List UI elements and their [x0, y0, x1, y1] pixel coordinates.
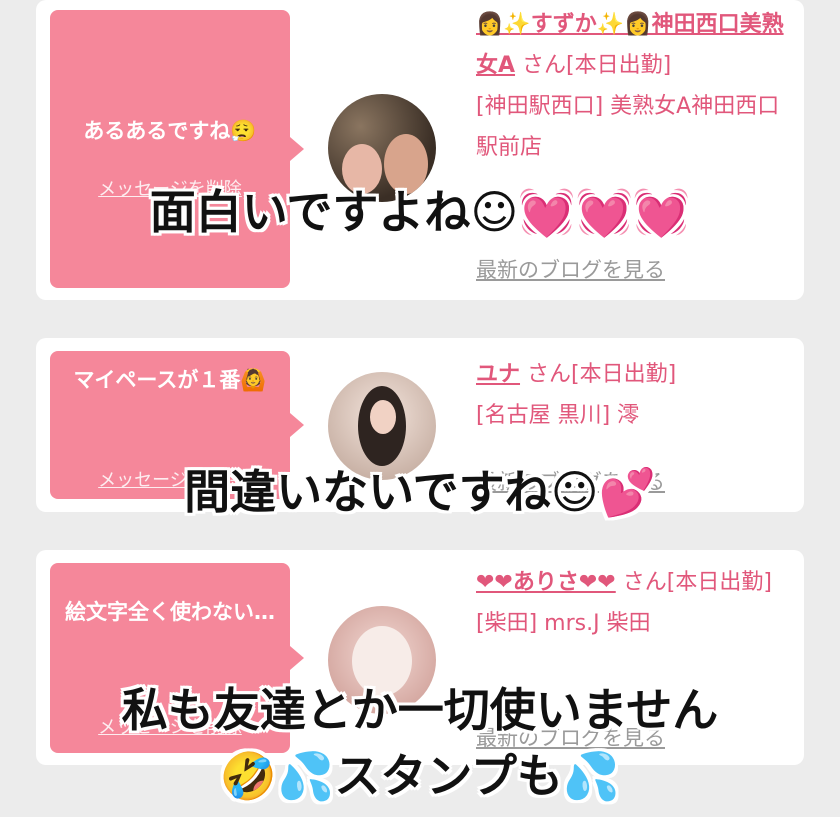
profile-name-link[interactable]: ユナ [476, 362, 520, 387]
profile-info: 👩✨すずか✨👩神田西口美熟女A さん[本日出勤] [神田駅西口] 美熟女A神田西… [476, 4, 796, 168]
message-text: マイペースが１番🙆 [73, 368, 267, 392]
status-text: さん[本日出勤] [520, 362, 677, 387]
shop-text: [柴田] mrs.J 柴田 [476, 611, 651, 636]
message-bubble: あるあるですね😮‍💨 メッセージを削除 [50, 10, 304, 288]
message-text: 絵文字全く使わない… [65, 600, 275, 624]
caption-overlay-3: 私も友達とか一切使いません [121, 683, 719, 737]
latest-blog-link[interactable]: 最新のブログを見る [476, 254, 665, 284]
shop-text: [神田駅西口] 美熟女A神田西口駅前店 [476, 94, 780, 160]
caption-overlay-1: 面白いですよね☺💓💓💓 [149, 185, 691, 239]
shop-text: [名古屋 黒川] 澪 [476, 403, 640, 428]
status-text: さん[本日出勤] [615, 570, 772, 595]
profile-name-link[interactable]: ❤❤ありさ❤❤ [476, 570, 616, 595]
message-card-1: あるあるですね😮‍💨 メッセージを削除 👩✨すずか✨👩神田西口美熟女A さん[本… [36, 0, 804, 300]
caption-overlay-2: 間違いないですね☺💕 [184, 465, 656, 519]
status-text: さん[本日出勤] [515, 53, 672, 78]
profile-info: ユナ さん[本日出勤] [名古屋 黒川] 澪 [476, 354, 796, 436]
profile-info: ❤❤ありさ❤❤ さん[本日出勤] [柴田] mrs.J 柴田 [476, 562, 796, 644]
caption-overlay-4: 🤣💦スタンプも💦 [219, 749, 621, 803]
message-text: あるあるですね😮‍💨 [83, 119, 257, 143]
